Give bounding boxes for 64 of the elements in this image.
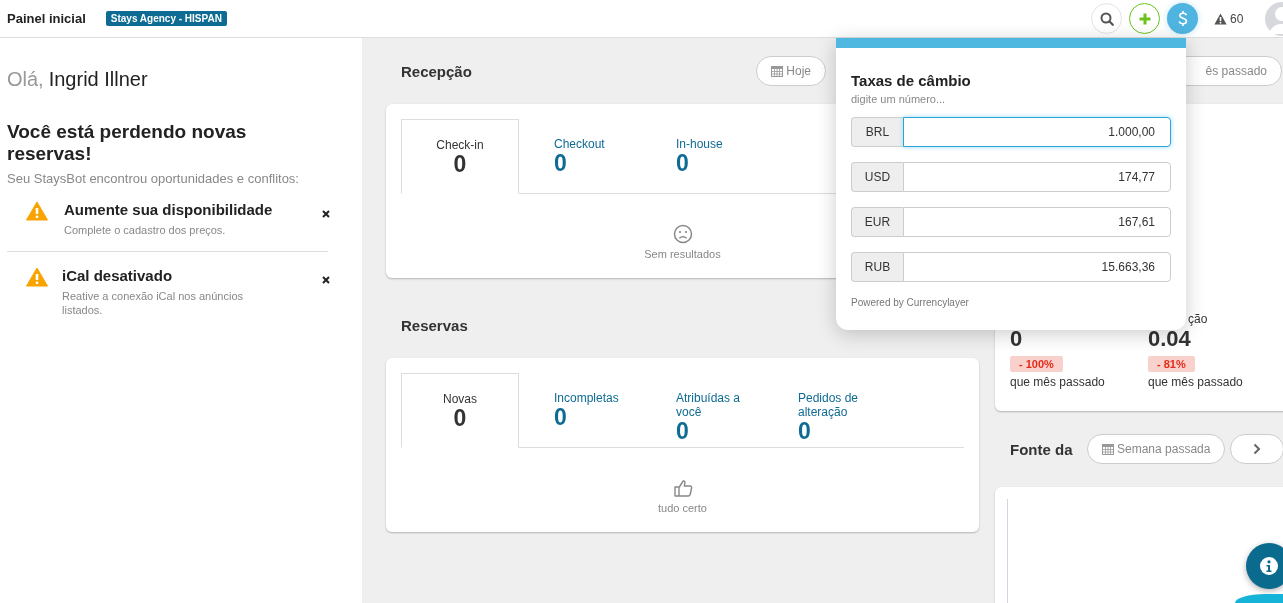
chevron-right-icon xyxy=(1253,443,1262,455)
tab[interactable]: In-house 0 xyxy=(641,119,763,193)
heading: Você está perdendo novas reservas! xyxy=(7,121,248,165)
amount-field[interactable]: 174,77 xyxy=(903,162,1171,192)
alert-count[interactable]: 60 xyxy=(1230,11,1244,26)
page-title: Painel inicial xyxy=(7,11,86,26)
info-icon xyxy=(1260,557,1278,575)
tab[interactable]: Incompletas 0 xyxy=(519,373,641,447)
change-badge: - 100% xyxy=(1010,356,1063,372)
close-icon xyxy=(322,276,330,284)
amount-field[interactable]: 167,61 xyxy=(903,207,1171,237)
calendar-icon xyxy=(771,65,784,77)
section-title: Recepção xyxy=(401,62,472,80)
agency-badge: Stays Agency - HISPAN xyxy=(105,11,227,26)
credit-text: Powered by Currencylayer xyxy=(851,297,970,308)
tab[interactable]: Atribuídas a você 0 xyxy=(641,373,763,447)
comparison-text: que mês passado xyxy=(1010,375,1105,389)
section-title: Fonte da xyxy=(1010,440,1074,458)
empty-message: Sem resultados xyxy=(644,248,721,260)
date-button[interactable]: Hoje xyxy=(756,56,826,86)
comparison-text: que mês passado xyxy=(1148,375,1243,389)
alert-description: Complete o cadastro dos preços. xyxy=(64,223,227,237)
chat-button[interactable] xyxy=(1235,594,1283,603)
warning-icon xyxy=(1214,12,1227,25)
close-button[interactable] xyxy=(321,275,331,285)
user-name: Ingrid Illner xyxy=(48,68,148,91)
add-button[interactable] xyxy=(1129,3,1160,34)
empty-message: tudo certo xyxy=(658,502,707,514)
currency-label: BRL xyxy=(851,117,903,147)
sad-face-icon xyxy=(672,224,693,244)
change-badge: - 81% xyxy=(1148,356,1195,372)
close-button[interactable] xyxy=(321,209,331,219)
currency-button[interactable] xyxy=(1167,3,1198,34)
metric-value: 0 xyxy=(1010,326,1023,352)
search-icon xyxy=(1099,11,1114,26)
amount-field[interactable]: 15.663,36 xyxy=(903,252,1171,282)
currency-label: USD xyxy=(851,162,903,192)
calendar-icon xyxy=(1102,443,1114,455)
subheading: Seu StaysBot encontrou oportunidades e conflitos: xyxy=(7,171,300,186)
currency-label: RUB xyxy=(851,252,903,282)
alert-description: Reative a conexão iCal nos anúncios listados. xyxy=(62,289,244,317)
currency-label: EUR xyxy=(851,207,903,237)
tab[interactable]: Check-in 0 xyxy=(401,119,519,194)
search-button[interactable] xyxy=(1091,3,1122,34)
plus-icon xyxy=(1137,11,1152,26)
tab[interactable]: Novas 0 xyxy=(401,373,519,448)
metric-label: ção xyxy=(1188,312,1208,326)
metric-value: 0.04 xyxy=(1148,326,1191,352)
close-icon xyxy=(322,210,330,218)
alert-title: iCal desativado xyxy=(62,267,174,284)
period-button[interactable]: Semana passada xyxy=(1087,434,1226,464)
alert-title: Aumente sua disponibilidade xyxy=(64,201,274,218)
thumbs-up-icon xyxy=(672,478,693,498)
section-title: Reservas xyxy=(401,316,468,334)
warning-icon xyxy=(26,267,48,287)
warning-icon xyxy=(26,201,48,221)
popup-hint: digite um número... xyxy=(851,93,947,105)
next-button[interactable] xyxy=(1230,434,1283,464)
popup-title: Taxas de câmbio xyxy=(851,72,972,89)
amount-field[interactable]: 1.000,00 xyxy=(903,117,1171,147)
dollar-icon xyxy=(1176,9,1189,28)
greeting: Olá, xyxy=(7,68,44,91)
tab[interactable]: Pedidos de alteração 0 xyxy=(763,373,885,447)
tab[interactable]: Checkout 0 xyxy=(519,119,641,193)
